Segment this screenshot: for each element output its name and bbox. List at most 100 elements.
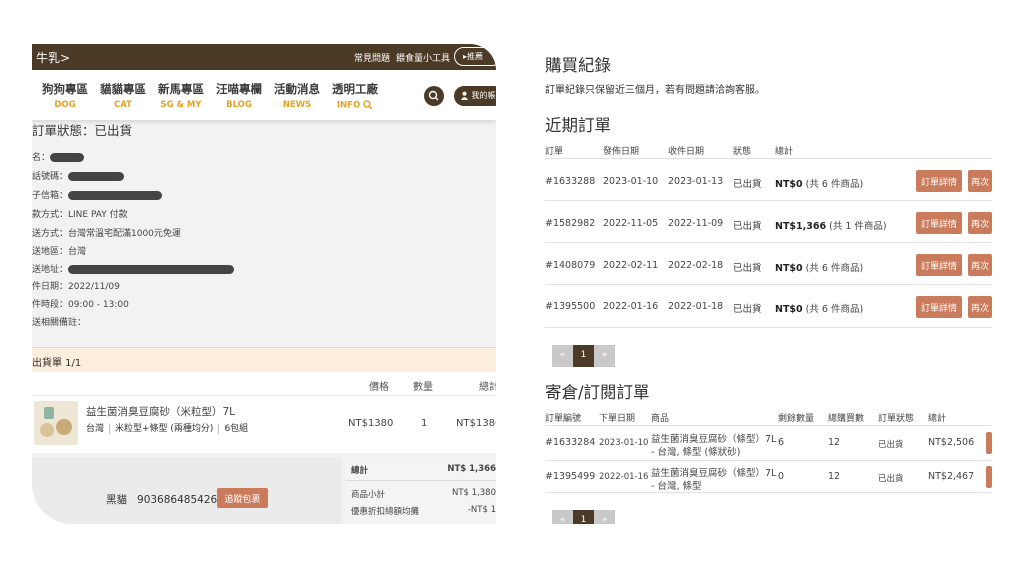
order-detail-button[interactable]: 訂單詳情	[916, 212, 962, 234]
sub-product-variant: - 台灣, 條型	[651, 481, 702, 492]
col-order-date: 下單日期	[599, 414, 636, 424]
order-detail-screenshot: 牛乳> 常見問題 餵食量小工具 ▸推薦 狗狗專區 DOG 貓貓專區 CAT 新馬…	[32, 44, 496, 524]
order-total-amount: NT$0	[775, 304, 803, 315]
recent-orders-title: 近期訂單	[545, 116, 611, 135]
reorder-button[interactable]: 再次	[968, 254, 992, 276]
sub-action-button[interactable]	[986, 432, 992, 454]
field-name: 名：	[32, 150, 85, 163]
faq-link[interactable]: 常見問題	[354, 51, 390, 64]
member-button[interactable]: 我的帳	[454, 86, 496, 106]
order-status: 已出貨	[733, 263, 762, 274]
field-address-label: 送地址：	[32, 265, 69, 275]
sub-product-name[interactable]: 益生菌消臭豆腐砂（條型）7L	[651, 431, 776, 445]
order-issued: 2023-01-10	[603, 176, 659, 187]
order-item-count: (共 6 件商品)	[802, 179, 864, 190]
sub-product-name[interactable]: 益生菌消臭豆腐砂（條型）7L	[651, 465, 776, 479]
redacted-name	[50, 153, 85, 162]
product-name[interactable]: 益生菌消臭豆腐砂（米粒型）7L	[86, 404, 235, 419]
sub-product-variant: - 台灣, 條型 (條狀砂)	[651, 447, 741, 458]
prev-page-button[interactable]: «	[552, 345, 573, 367]
item-table-header: 價格 數量 總計	[32, 372, 496, 395]
recent-pagination: « 1 »	[552, 345, 615, 367]
product-region: 台灣	[86, 424, 105, 434]
carrier-info: 黑貓 903686485426	[106, 492, 217, 507]
page-1-button[interactable]: 1	[573, 510, 594, 524]
nav-info-text: INFO	[336, 100, 361, 111]
tracking-number: 903686485426	[137, 494, 218, 506]
order-item-row: 益生菌消臭豆腐砂（米粒型）7L 台灣 米粒型+條型 (兩種均分) 6包組 NT$13…	[32, 395, 496, 453]
shipping-info: 黑貓 903686485426 追蹤包裹	[32, 457, 342, 524]
order-total: NT$0 (共 6 件商品)	[775, 301, 863, 315]
order-detail-button[interactable]: 訂單詳情	[916, 170, 962, 192]
member-label: 我的帳	[471, 91, 496, 100]
totals-subtotal-row: 商品小計 NT$ 1,380	[351, 488, 496, 500]
field-phone: 話號碼：	[32, 169, 125, 182]
sub-order-id: #1395499	[545, 471, 596, 482]
brand-link[interactable]: 牛乳>	[36, 49, 70, 66]
page-title: 購買紀錄	[545, 56, 611, 75]
col-sub-total: 總計	[928, 414, 947, 424]
magnifier-icon	[363, 100, 373, 110]
nav-sg-my[interactable]: 新馬專區 SG & MY	[158, 81, 204, 110]
reorder-button[interactable]: 再次	[968, 170, 992, 192]
recommend-button[interactable]: ▸推薦	[454, 47, 496, 66]
header-price: 價格	[369, 382, 389, 393]
order-item-count: (共 6 件商品)	[802, 304, 864, 315]
order-received: 2022-02-18	[668, 260, 724, 271]
sub-action-button[interactable]	[986, 466, 992, 488]
prev-page-button[interactable]: «	[552, 510, 573, 524]
col-remaining: 剩餘數量	[778, 414, 815, 424]
next-page-button[interactable]: »	[594, 345, 615, 367]
order-total-amount: NT$0	[775, 179, 803, 190]
page-1-button[interactable]: 1	[573, 345, 594, 367]
total-label: 總計	[351, 466, 369, 476]
next-page-button[interactable]: »	[594, 510, 615, 524]
col-issued: 發佈日期	[603, 147, 640, 157]
nav-blog[interactable]: 汪喵專欄 BLOG	[216, 81, 262, 110]
header-subtotal: 總計	[479, 382, 496, 393]
col-product: 商品	[651, 414, 670, 424]
retention-note: 訂單紀錄只保留近三個月，若有問題請洽詢客服。	[545, 85, 765, 96]
field-payment: 款方式：LINE PAY 付款	[32, 210, 128, 220]
order-detail-button[interactable]: 訂單詳情	[916, 254, 962, 276]
col-order-status: 訂單狀態	[878, 414, 915, 424]
nav-dog-sublabel: DOG	[54, 100, 76, 110]
nav-info[interactable]: 透明工廠 INFO	[332, 81, 378, 111]
order-status-heading: 訂單狀態：已出貨	[32, 123, 133, 138]
sub-total: NT$2,506	[928, 437, 975, 448]
product-thumbnail	[34, 401, 78, 445]
nav-news[interactable]: 活動消息 NEWS	[274, 81, 320, 110]
order-issued: 2022-01-16	[603, 301, 659, 312]
user-icon	[460, 91, 469, 100]
order-total: NT$0 (共 6 件商品)	[775, 260, 863, 274]
sub-order-date: 2023-01-10	[599, 438, 649, 448]
reorder-button[interactable]: 再次	[968, 296, 992, 318]
order-issued: 2022-11-05	[603, 218, 659, 229]
carrier-name: 黑貓	[106, 494, 127, 506]
col-order: 訂單	[545, 147, 564, 157]
subscription-pagination: « 1 »	[552, 510, 615, 524]
track-package-button[interactable]: 追蹤包裹	[217, 488, 268, 508]
product-subtotal: NT$1380	[456, 418, 496, 429]
order-id: #1582982	[545, 218, 596, 229]
field-timeslot: 件時段：09:00 - 13:00	[32, 300, 129, 310]
order-total: NT$0 (共 6 件商品)	[775, 176, 863, 190]
col-received: 收件日期	[668, 147, 705, 157]
main-nav: 狗狗專區 DOG 貓貓專區 CAT 新馬專區 SG & MY 汪喵專欄 BLOG…	[32, 70, 496, 120]
sub-total: NT$2,467	[928, 471, 975, 482]
discount-value: -NT$ 1	[467, 505, 496, 515]
subtotal-value: NT$ 1,380	[452, 488, 496, 498]
sub-order-date: 2022-01-16	[599, 472, 649, 482]
reorder-button[interactable]: 再次	[968, 212, 992, 234]
nav-cat[interactable]: 貓貓專區 CAT	[100, 81, 146, 110]
order-received: 2022-01-18	[668, 301, 724, 312]
feeding-tool-link[interactable]: 餵食量小工具	[396, 51, 450, 64]
col-status: 狀態	[733, 147, 752, 157]
nav-dog[interactable]: 狗狗專區 DOG	[42, 81, 88, 110]
search-button[interactable]	[424, 86, 444, 106]
sub-purchased: 12	[828, 471, 841, 482]
nav-news-sublabel: NEWS	[282, 100, 312, 110]
col-total: 總計	[775, 147, 794, 157]
order-detail-button[interactable]: 訂單詳情	[916, 296, 962, 318]
product-price: NT$1380	[348, 418, 394, 429]
